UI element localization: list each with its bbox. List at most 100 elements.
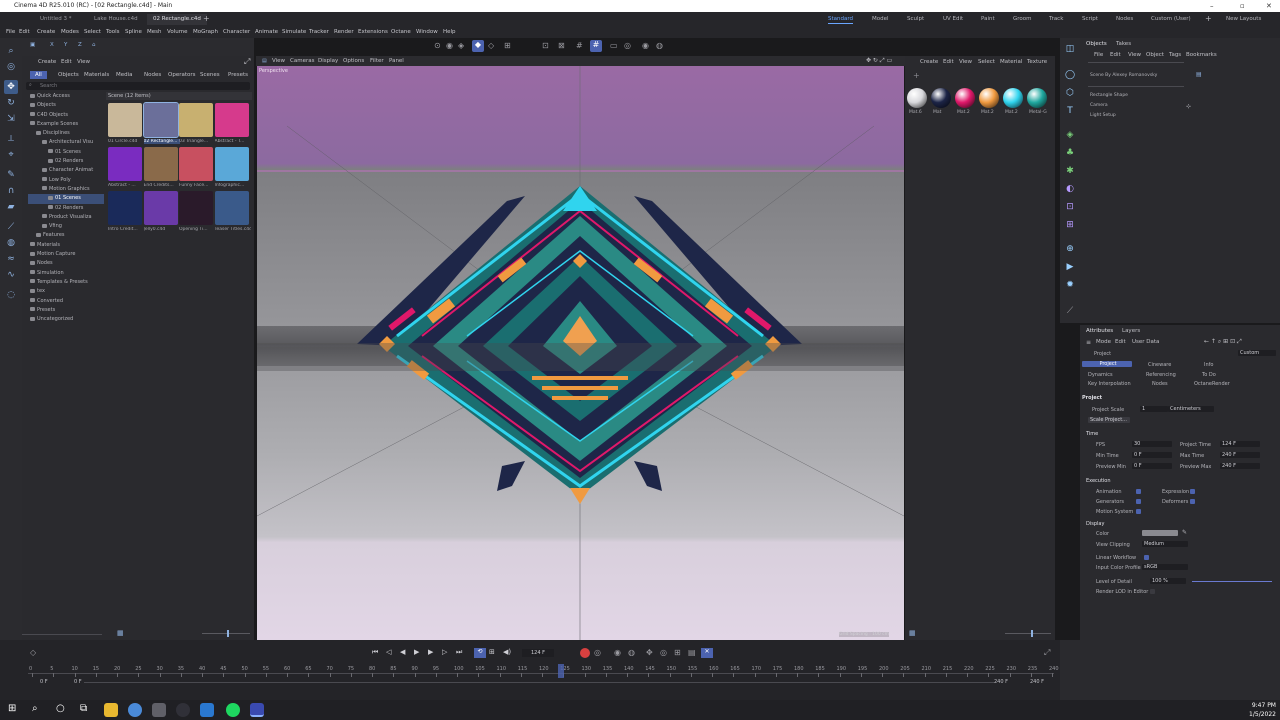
view-clipping-dropdown[interactable]: Medium <box>1142 541 1188 547</box>
render-lod-checkbox[interactable] <box>1150 589 1155 594</box>
material-swatch[interactable] <box>1003 88 1023 108</box>
current-frame-field[interactable]: 124 F <box>522 649 554 657</box>
menu-help[interactable]: Help <box>443 26 456 38</box>
material-zoom-handle[interactable] <box>1031 630 1033 637</box>
object-scene[interactable]: Scene By Alexey Romanovsky <box>1090 73 1157 78</box>
viewport-nav-icons[interactable]: ✥ ↻ ⤢ ▭ <box>866 57 892 65</box>
viewport-icon[interactable]: ▤ <box>262 58 267 64</box>
tree-item[interactable]: 02 Renders <box>28 204 104 213</box>
axis-icon[interactable]: ⟂ <box>4 132 18 146</box>
z-axis-icon[interactable]: Z <box>78 42 82 48</box>
uv-mode-icon[interactable]: ⊞ <box>504 41 511 50</box>
menu-octane[interactable]: Octane <box>391 26 411 38</box>
filter-scenes[interactable]: Scenes <box>200 72 220 78</box>
key-pla-icon[interactable]: ▤ <box>688 648 696 657</box>
lod-slider[interactable] <box>1192 581 1272 582</box>
text-icon[interactable]: T <box>1063 104 1077 118</box>
subtab-project[interactable]: Project <box>1082 361 1132 367</box>
tree-item[interactable]: Objects <box>28 101 104 110</box>
object-camera[interactable]: Camera <box>1090 103 1108 108</box>
layout-sculpt[interactable]: Sculpt <box>907 14 924 24</box>
next-key-icon[interactable]: ▷ <box>442 648 447 656</box>
render-icon[interactable]: ◍ <box>656 41 663 50</box>
sound-icon[interactable]: ◀) <box>503 648 511 656</box>
cortana-icon[interactable]: ○ <box>56 703 65 714</box>
menu-extensions[interactable]: Extensions <box>358 26 388 38</box>
smooth-icon[interactable]: ◌ <box>4 288 18 302</box>
scene-thumbnail[interactable] <box>108 103 142 137</box>
move-icon[interactable]: ✥ <box>4 80 18 94</box>
search-icon[interactable]: ⌕ <box>4 44 18 58</box>
subtab-todo[interactable]: To Do <box>1202 372 1216 378</box>
environment-icon[interactable]: ⊕ <box>1063 242 1077 256</box>
doc-tab-rectangle[interactable]: 02 Rectangle.c4d <box>147 14 207 25</box>
snap-icon[interactable]: ⌖ <box>4 148 18 162</box>
deformers-checkbox[interactable] <box>1190 499 1195 504</box>
min-time-input[interactable]: 0 F <box>1132 452 1172 458</box>
search-icon[interactable]: ⌕ <box>32 703 38 714</box>
scene-thumbnail[interactable] <box>214 191 249 225</box>
effector-icon[interactable]: ✱ <box>1063 164 1077 178</box>
layout-paint[interactable]: Paint <box>981 14 995 24</box>
color-swatch[interactable] <box>1142 530 1178 536</box>
go-to-end-icon[interactable]: ⏭ <box>456 648 462 657</box>
sphere-object-icon[interactable]: ◯ <box>1063 68 1077 82</box>
prev-key-icon[interactable]: ◁ <box>386 648 391 656</box>
camera-icon[interactable]: ▶ <box>1063 260 1077 274</box>
asset-menu-edit[interactable]: Edit <box>61 59 72 65</box>
tab-layers[interactable]: Layers <box>1122 328 1140 334</box>
subtab-cineware[interactable]: Cineware <box>1148 362 1171 368</box>
menu-render[interactable]: Render <box>334 26 354 38</box>
layout-script[interactable]: Script <box>1082 14 1098 24</box>
motion-system-checkbox[interactable] <box>1136 509 1141 514</box>
add-layout-icon[interactable]: + <box>1205 14 1212 24</box>
add-material-icon[interactable]: + <box>913 71 920 80</box>
github-icon[interactable] <box>176 703 190 717</box>
menu-select[interactable]: Select <box>84 26 101 38</box>
brush-icon[interactable]: ✎ <box>4 168 18 182</box>
nav-arrows-icon[interactable]: ← ↑ ⌕ ⊞ ⊡ ⤢ <box>1204 338 1242 346</box>
max-time-input[interactable]: 240 F <box>1220 452 1260 458</box>
scene-thumbnail[interactable] <box>214 103 249 137</box>
tree-item[interactable]: Quick Access <box>28 92 104 101</box>
object-light-setup[interactable]: Light Setup <box>1090 113 1116 118</box>
snap-toggle-icon[interactable]: # <box>590 40 602 52</box>
cinema4d-icon[interactable] <box>250 703 264 717</box>
tree-item[interactable]: 01 Scenes <box>28 148 104 157</box>
menu-character[interactable]: Character <box>223 26 250 38</box>
mat-menu-select[interactable]: Select <box>978 59 995 65</box>
key-position-icon[interactable]: ◍ <box>628 648 635 657</box>
menu-volume[interactable]: Volume <box>167 26 187 38</box>
deformer-icon[interactable]: ◐ <box>1063 182 1077 196</box>
object-mode-icon[interactable]: ▣ <box>30 42 35 48</box>
doc-tab-untitled[interactable]: Untitled 3 * <box>34 14 78 25</box>
layout-uv-edit[interactable]: UV Edit <box>943 14 963 24</box>
range-end[interactable]: 240 F <box>1030 679 1044 685</box>
scene-thumbnail[interactable] <box>179 103 213 137</box>
filter-all[interactable]: All <box>30 71 47 79</box>
x-axis-icon[interactable]: X <box>50 42 54 48</box>
perspective-viewport[interactable]: Perspective Grid Spacing : 100 cm <box>257 66 904 640</box>
expression-checkbox[interactable] <box>1190 489 1195 494</box>
tree-item[interactable]: 02 Renders <box>28 157 104 166</box>
menu-file[interactable]: File <box>6 26 15 38</box>
vp-menu-cameras[interactable]: Cameras <box>290 58 314 64</box>
layout-track[interactable]: Track <box>1049 14 1063 24</box>
tree-item[interactable]: Simulation <box>28 269 104 278</box>
y-axis-icon[interactable]: Y <box>64 42 67 48</box>
obj-menu-view[interactable]: View <box>1128 52 1141 58</box>
menu-icon[interactable]: ≡ <box>1086 339 1091 346</box>
magnet-icon[interactable]: ∩ <box>4 184 18 198</box>
play-icon[interactable]: ▶ <box>414 648 419 656</box>
attr-menu-mode[interactable]: Mode <box>1096 339 1111 345</box>
asset-menu-view[interactable]: View <box>77 59 90 65</box>
project-scale-input[interactable]: 1 <box>1140 406 1168 412</box>
sculpt-icon[interactable]: ◍ <box>4 236 18 250</box>
layout-nodes[interactable]: Nodes <box>1116 14 1133 24</box>
spline-icon[interactable]: ⬡ <box>1063 86 1077 100</box>
subtab-nodes[interactable]: Nodes <box>1152 381 1168 387</box>
menu-simulate[interactable]: Simulate <box>282 26 306 38</box>
tree-item[interactable]: Features <box>28 231 104 240</box>
target-tag-icon[interactable]: ⊹ <box>1186 103 1191 110</box>
attr-menu-edit[interactable]: Edit <box>1115 339 1126 345</box>
